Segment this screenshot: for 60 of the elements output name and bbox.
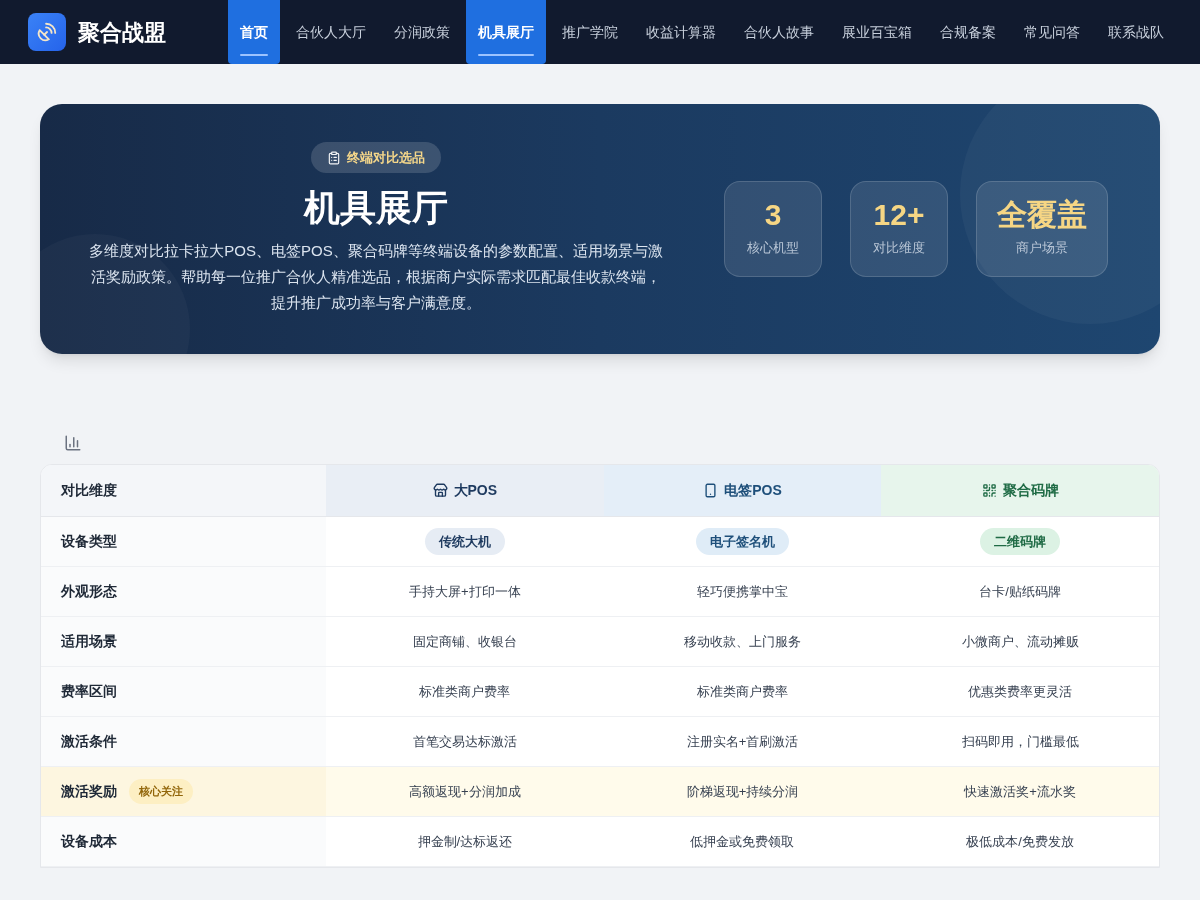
row-label: 设备成本 (61, 832, 117, 851)
satellite-dish-icon (28, 13, 66, 51)
phone-icon (703, 483, 719, 498)
nav-tab[interactable]: 常见问答 (1012, 0, 1092, 64)
table-cell-text: 标准类商户费率 (419, 682, 511, 701)
stat-value: 全覆盖 (997, 200, 1087, 231)
hero-description: 多维度对比拉卡拉大POS、电签POS、聚合码牌等终端设备的参数配置、适用场景与激活奖励政策。帮助每一位推广合伙人精准选品，根据商户实际需求匹配最佳收款终端，提升推广成功率与客户满意度。 (88, 241, 664, 314)
type-tag: 电子签名机 (696, 527, 789, 556)
clipboard-icon (327, 150, 341, 165)
hero-title: 机具展厅 (304, 186, 448, 231)
nav-tab[interactable]: 分润政策 (382, 0, 462, 64)
hero-badge-label: 终端对比选品 (347, 148, 425, 167)
row-badge: 核心关注 (129, 779, 193, 804)
stat-label: 商户场景 (1016, 239, 1068, 258)
table-cell-text: 低押金或免费领取 (690, 832, 795, 851)
row-label: 激活条件 (61, 732, 117, 751)
table-cell-text: 首笔交易达标激活 (412, 732, 517, 751)
nav-tab[interactable]: 联系战队 (1096, 0, 1176, 64)
table-cell-text: 小微商户、流动摊贩 (961, 632, 1079, 651)
row-label: 适用场景 (61, 632, 117, 651)
brand-name: 聚合战盟 (78, 18, 166, 47)
stat-value: 3 (764, 200, 782, 231)
nav-tab[interactable]: 收益计算器 (634, 0, 728, 64)
nav-tab[interactable]: 合伙人故事 (732, 0, 826, 64)
table-cell-text: 标准类商户费率 (697, 682, 788, 701)
nav-tab[interactable]: 合伙人大厅 (284, 0, 378, 64)
table-cell-text: 移动收款、上门服务 (684, 632, 801, 651)
table-cell-text: 扫码即用，门槛最低 (961, 732, 1079, 751)
table-cell-text: 注册实名+首刷激活 (686, 732, 799, 751)
table-cell-text: 固定商铺、收银台 (412, 632, 517, 651)
table-cell-text: 轻巧便携掌中宝 (697, 582, 788, 601)
stat-value: 12+ (873, 200, 925, 231)
qr-code-icon (981, 483, 997, 498)
row-label: 费率区间 (61, 682, 117, 701)
row-label: 激活奖励 (61, 782, 117, 801)
stat-label: 核心机型 (747, 239, 799, 258)
column-header-label: 大POS (453, 481, 498, 500)
column-header-label: 电签POS (724, 481, 782, 500)
nav-tab[interactable]: 机具展厅 (466, 0, 546, 64)
chart-icon (64, 434, 82, 452)
type-tag: 传统大机 (424, 527, 505, 556)
table-cell-text: 优惠类费率更灵活 (968, 682, 1073, 701)
type-tag: 二维码牌 (980, 527, 1061, 556)
stat-label: 对比维度 (873, 239, 925, 258)
table-cell-text: 快速激活奖+流水奖 (964, 782, 1076, 801)
table-cell-text: 极低成本/免费发放 (966, 832, 1074, 851)
table-cell-text: 高额返现+分润加成 (409, 782, 521, 801)
table-cell-text: 台卡/贴纸码牌 (979, 582, 1061, 601)
table-cell-text: 押金制/达标返还 (417, 832, 513, 851)
table-header-cell: 对比维度 (41, 465, 326, 516)
row-label: 设备类型 (61, 532, 117, 551)
nav-tab[interactable]: 首页 (228, 0, 280, 64)
nav-tab[interactable]: 合规备案 (928, 0, 1008, 64)
row-label: 外观形态 (61, 582, 117, 601)
nav-tab[interactable]: 推广学院 (550, 0, 630, 64)
register-icon (432, 483, 448, 498)
table-cell-text: 阶梯返现+持续分润 (686, 782, 799, 801)
nav-tab[interactable]: 展业百宝箱 (830, 0, 924, 64)
table-cell-text: 手持大屏+打印一体 (409, 582, 521, 601)
column-header-label: 聚合码牌 (1002, 481, 1059, 500)
